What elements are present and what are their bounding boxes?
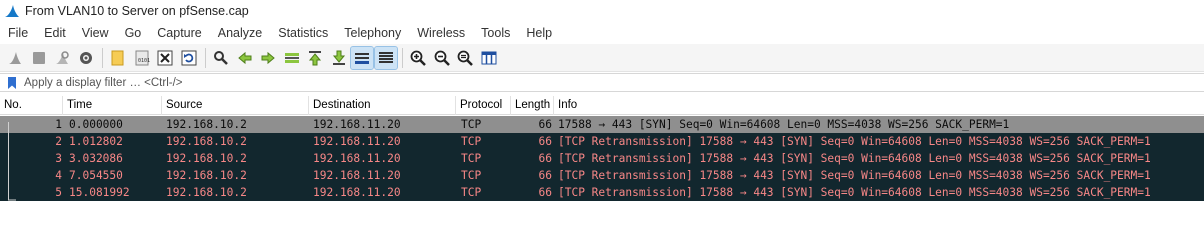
cell-protocol: TCP bbox=[461, 186, 482, 199]
resize-columns-icon[interactable] bbox=[478, 47, 500, 69]
column-header-source[interactable]: Source bbox=[162, 96, 309, 115]
cell-protocol: TCP bbox=[461, 135, 482, 148]
menu-bar: File Edit View Go Capture Analyze Statis… bbox=[0, 22, 1204, 44]
menu-tools[interactable]: Tools bbox=[473, 22, 518, 44]
column-header-protocol[interactable]: Protocol bbox=[456, 96, 511, 115]
display-filter-input[interactable] bbox=[20, 73, 1204, 92]
cell-destination: 192.168.11.20 bbox=[313, 152, 401, 165]
toolbar-separator bbox=[102, 47, 103, 68]
zoom-in-icon[interactable] bbox=[407, 47, 429, 69]
menu-telephony[interactable]: Telephony bbox=[336, 22, 409, 44]
close-file-icon[interactable] bbox=[154, 47, 176, 69]
find-packet-icon[interactable] bbox=[210, 47, 232, 69]
start-capture-icon[interactable] bbox=[4, 47, 26, 69]
menu-capture[interactable]: Capture bbox=[149, 22, 209, 44]
first-packet-icon[interactable] bbox=[304, 47, 326, 69]
cell-length: 66 bbox=[538, 118, 552, 131]
window-title: From VLAN10 to Server on pfSense.cap bbox=[25, 4, 249, 18]
cell-length: 66 bbox=[538, 186, 552, 199]
toolbar-separator bbox=[205, 47, 206, 68]
cell-source: 192.168.10.2 bbox=[166, 169, 247, 182]
cell-info: [TCP Retransmission] 17588 → 443 [SYN] S… bbox=[558, 186, 1151, 199]
cell-time: 3.032086 bbox=[69, 152, 123, 165]
menu-view[interactable]: View bbox=[74, 22, 117, 44]
cell-length: 66 bbox=[538, 152, 552, 165]
zoom-out-icon[interactable] bbox=[431, 47, 453, 69]
column-header-time[interactable]: Time bbox=[63, 96, 162, 115]
cell-time: 15.081992 bbox=[69, 186, 130, 199]
menu-statistics[interactable]: Statistics bbox=[270, 22, 336, 44]
title-bar: From VLAN10 to Server on pfSense.cap bbox=[0, 0, 1204, 22]
main-toolbar: 0101 bbox=[0, 44, 1204, 72]
cell-info: [TCP Retransmission] 17588 → 443 [SYN] S… bbox=[558, 135, 1151, 148]
menu-wireless[interactable]: Wireless bbox=[409, 22, 473, 44]
capture-options-icon[interactable] bbox=[75, 47, 97, 69]
menu-analyze[interactable]: Analyze bbox=[210, 22, 270, 44]
cell-destination: 192.168.11.20 bbox=[313, 118, 401, 131]
column-header-no[interactable]: No. bbox=[0, 96, 63, 115]
cell-time: 1.012802 bbox=[69, 135, 123, 148]
packet-row[interactable]: 5 15.081992 192.168.10.2 192.168.11.20 TCP 66… bbox=[0, 184, 1204, 201]
cell-time: 7.054550 bbox=[69, 169, 123, 182]
cell-protocol: TCP bbox=[461, 169, 482, 182]
cell-source: 192.168.10.2 bbox=[166, 152, 247, 165]
cell-info: [TCP Retransmission] 17588 → 443 [SYN] S… bbox=[558, 152, 1151, 165]
cell-length: 66 bbox=[538, 135, 552, 148]
autoscroll-icon[interactable] bbox=[350, 45, 374, 70]
packet-row[interactable]: 4 7.054550 192.168.10.2 192.168.11.20 TCP 66[… bbox=[0, 167, 1204, 184]
menu-go[interactable]: Go bbox=[117, 22, 150, 44]
colorize-icon[interactable] bbox=[373, 45, 398, 70]
open-file-icon[interactable] bbox=[107, 47, 129, 69]
cell-destination: 192.168.11.20 bbox=[313, 135, 401, 148]
menu-help[interactable]: Help bbox=[518, 22, 560, 44]
save-file-icon[interactable]: 0101 bbox=[131, 47, 153, 69]
reload-file-icon[interactable] bbox=[178, 47, 200, 69]
bookmark-icon[interactable] bbox=[4, 74, 20, 91]
menu-file[interactable]: File bbox=[0, 22, 36, 44]
normal-size-icon[interactable] bbox=[454, 47, 476, 69]
toolbar-separator bbox=[402, 47, 403, 68]
restart-capture-icon[interactable] bbox=[51, 47, 73, 69]
go-back-icon[interactable] bbox=[234, 47, 256, 69]
cell-destination: 192.168.11.20 bbox=[313, 169, 401, 182]
display-filter-bar bbox=[0, 73, 1204, 92]
column-header-info[interactable]: Info bbox=[554, 96, 1204, 115]
last-packet-icon[interactable] bbox=[328, 47, 350, 69]
cell-info: 17588 → 443 [SYN] Seq=0 Win=64608 Len=0 … bbox=[558, 118, 1010, 131]
go-forward-icon[interactable] bbox=[257, 47, 279, 69]
wireshark-fin-icon bbox=[5, 5, 19, 17]
packet-row[interactable]: 2 1.012802 192.168.10.2 192.168.11.20 TCP 66[… bbox=[0, 133, 1204, 150]
cell-protocol: TCP bbox=[461, 118, 482, 131]
go-to-packet-icon[interactable] bbox=[281, 47, 303, 69]
cell-source: 192.168.10.2 bbox=[166, 186, 247, 199]
menu-edit[interactable]: Edit bbox=[36, 22, 74, 44]
packet-list-header: No. Time Source Destination Protocol Len… bbox=[0, 96, 1204, 115]
cell-protocol: TCP bbox=[461, 152, 482, 165]
cell-length: 66 bbox=[538, 169, 552, 182]
cell-source: 192.168.10.2 bbox=[166, 118, 247, 131]
svg-text:0101: 0101 bbox=[138, 58, 150, 64]
cell-time: 0.000000 bbox=[69, 118, 123, 131]
related-packets-indicator bbox=[8, 122, 16, 201]
cell-source: 192.168.10.2 bbox=[166, 135, 247, 148]
packet-row[interactable]: 1 0.000000 192.168.10.2 192.168.11.20 TCP 66 1… bbox=[0, 116, 1204, 133]
packet-list: No. Time Source Destination Protocol Len… bbox=[0, 96, 1204, 251]
stop-capture-icon[interactable] bbox=[28, 47, 50, 69]
column-header-destination[interactable]: Destination bbox=[309, 96, 456, 115]
column-header-length[interactable]: Length bbox=[511, 96, 554, 115]
cell-info: [TCP Retransmission] 17588 → 443 [SYN] S… bbox=[558, 169, 1151, 182]
cell-destination: 192.168.11.20 bbox=[313, 186, 401, 199]
packet-row[interactable]: 3 3.032086 192.168.10.2 192.168.11.20 TCP 66[… bbox=[0, 150, 1204, 167]
